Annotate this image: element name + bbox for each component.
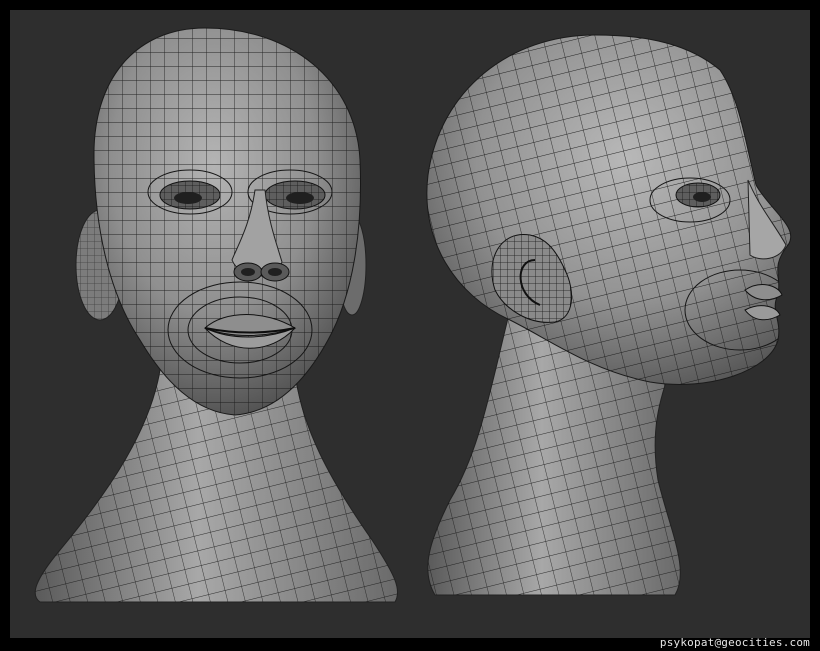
side-eye (675, 182, 721, 208)
front-eye-left (159, 180, 221, 210)
render-canvas (10, 10, 810, 638)
credit-email: psykopat@geocities.com (659, 636, 810, 649)
image-frame: psykopat@geocities.com (0, 0, 820, 651)
front-eye-right (264, 180, 326, 210)
side-head-model (426, 34, 792, 596)
front-head-model (34, 27, 399, 603)
